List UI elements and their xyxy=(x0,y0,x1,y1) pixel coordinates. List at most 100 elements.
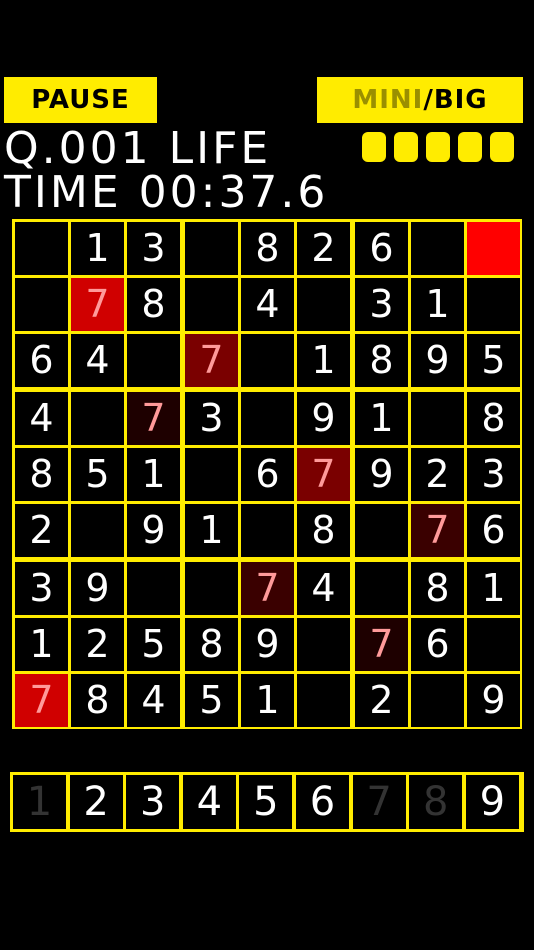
board-cell[interactable]: 4 xyxy=(15,392,68,445)
time-label: TIME xyxy=(4,167,122,218)
mini-label: MINI xyxy=(352,85,424,115)
board-cell[interactable] xyxy=(127,334,180,387)
life-cell xyxy=(394,132,418,162)
board-cell[interactable]: 7 xyxy=(71,278,124,331)
board-cell[interactable]: 2 xyxy=(411,448,464,501)
board-cell[interactable]: 4 xyxy=(241,278,294,331)
board-cell[interactable]: 1 xyxy=(297,334,350,387)
board-cell[interactable] xyxy=(71,504,124,557)
board-cell[interactable]: 4 xyxy=(71,334,124,387)
board-cell[interactable]: 6 xyxy=(355,222,408,275)
board-cell[interactable]: 7 xyxy=(185,334,238,387)
board-cell[interactable] xyxy=(355,562,408,615)
board-cell[interactable]: 1 xyxy=(411,278,464,331)
number-key-7[interactable]: 7 xyxy=(352,775,406,829)
board-cell[interactable]: 7 xyxy=(15,674,68,727)
board-cell[interactable]: 1 xyxy=(185,504,238,557)
board-cell[interactable] xyxy=(127,562,180,615)
time-line: TIME 00:37.6 xyxy=(4,168,328,218)
board-cell[interactable] xyxy=(15,278,68,331)
board-cell[interactable] xyxy=(185,278,238,331)
number-key-4[interactable]: 4 xyxy=(182,775,236,829)
board-cell[interactable] xyxy=(241,504,294,557)
board-cell[interactable]: 1 xyxy=(15,618,68,671)
number-key-5[interactable]: 5 xyxy=(239,775,293,829)
board-cell[interactable]: 2 xyxy=(355,674,408,727)
big-label: BIG xyxy=(433,85,488,115)
board-cell[interactable]: 3 xyxy=(15,562,68,615)
board-cell[interactable] xyxy=(297,674,350,727)
number-key-3[interactable]: 3 xyxy=(126,775,180,829)
number-key-6[interactable]: 6 xyxy=(296,775,349,829)
life-cell xyxy=(362,132,386,162)
board-cell[interactable]: 7 xyxy=(355,618,408,671)
board-cell[interactable]: 4 xyxy=(297,562,350,615)
board-cell[interactable]: 1 xyxy=(467,562,520,615)
pause-button[interactable]: PAUSE xyxy=(4,77,157,123)
board-cell[interactable]: 8 xyxy=(127,278,180,331)
board-cell[interactable]: 8 xyxy=(297,504,350,557)
board-cell[interactable]: 7 xyxy=(127,392,180,445)
board-cell[interactable] xyxy=(411,674,464,727)
board-cell[interactable] xyxy=(15,222,68,275)
board-cell[interactable] xyxy=(241,392,294,445)
board-cell[interactable] xyxy=(355,504,408,557)
number-key-1[interactable]: 1 xyxy=(13,775,66,829)
board-cell[interactable]: 9 xyxy=(355,448,408,501)
board-cell[interactable]: 9 xyxy=(467,674,520,727)
board-cell[interactable]: 8 xyxy=(185,618,238,671)
board-cell[interactable]: 9 xyxy=(411,334,464,387)
board-cell[interactable]: 3 xyxy=(185,392,238,445)
board-cell[interactable]: 6 xyxy=(467,504,520,557)
board-cell[interactable]: 2 xyxy=(71,618,124,671)
board-cell[interactable]: 9 xyxy=(71,562,124,615)
board-cell[interactable]: 5 xyxy=(467,334,520,387)
board-cell[interactable]: 6 xyxy=(241,448,294,501)
board-cell[interactable]: 8 xyxy=(355,334,408,387)
board-cell[interactable]: 3 xyxy=(355,278,408,331)
board-cell[interactable] xyxy=(467,618,520,671)
board-cell[interactable] xyxy=(297,278,350,331)
board-cell[interactable]: 9 xyxy=(241,618,294,671)
board-cell[interactable]: 5 xyxy=(127,618,180,671)
board-cell[interactable]: 9 xyxy=(127,504,180,557)
board-cell[interactable] xyxy=(71,392,124,445)
board-cell[interactable] xyxy=(185,222,238,275)
board-cell[interactable]: 1 xyxy=(241,674,294,727)
board-cell[interactable]: 7 xyxy=(241,562,294,615)
board-cell[interactable] xyxy=(411,392,464,445)
board-cell[interactable]: 3 xyxy=(127,222,180,275)
board-cell[interactable]: 7 xyxy=(411,504,464,557)
board-cell[interactable]: 2 xyxy=(297,222,350,275)
mini-big-toggle[interactable]: MINI/BIG xyxy=(317,77,523,123)
number-key-2[interactable]: 2 xyxy=(69,775,123,829)
board-cell[interactable]: 8 xyxy=(467,392,520,445)
board-cell[interactable]: 6 xyxy=(411,618,464,671)
board-cell[interactable]: 4 xyxy=(127,674,180,727)
life-cell xyxy=(490,132,514,162)
board-cell[interactable]: 2 xyxy=(15,504,68,557)
board-cell[interactable]: 9 xyxy=(297,392,350,445)
board-cell[interactable]: 6 xyxy=(15,334,68,387)
board-cell[interactable] xyxy=(185,448,238,501)
board-cell[interactable] xyxy=(297,618,350,671)
board-cell[interactable] xyxy=(241,334,294,387)
board-cell[interactable]: 1 xyxy=(355,392,408,445)
board-cell[interactable]: 8 xyxy=(15,448,68,501)
number-key-9[interactable]: 9 xyxy=(465,775,519,829)
board-cell[interactable]: 3 xyxy=(467,448,520,501)
board-cell[interactable]: 8 xyxy=(241,222,294,275)
number-key-8[interactable]: 8 xyxy=(409,775,463,829)
board-cell[interactable]: 1 xyxy=(71,222,124,275)
board-cell[interactable] xyxy=(467,278,520,331)
board-cell[interactable]: 7 xyxy=(297,448,350,501)
board-cell[interactable] xyxy=(185,562,238,615)
board-cell[interactable] xyxy=(467,222,520,275)
board-cell[interactable]: 1 xyxy=(127,448,180,501)
board-cell[interactable]: 5 xyxy=(71,448,124,501)
board-cell[interactable] xyxy=(411,222,464,275)
life-cell xyxy=(426,132,450,162)
board-cell[interactable]: 8 xyxy=(71,674,124,727)
board-cell[interactable]: 8 xyxy=(411,562,464,615)
board-cell[interactable]: 5 xyxy=(185,674,238,727)
